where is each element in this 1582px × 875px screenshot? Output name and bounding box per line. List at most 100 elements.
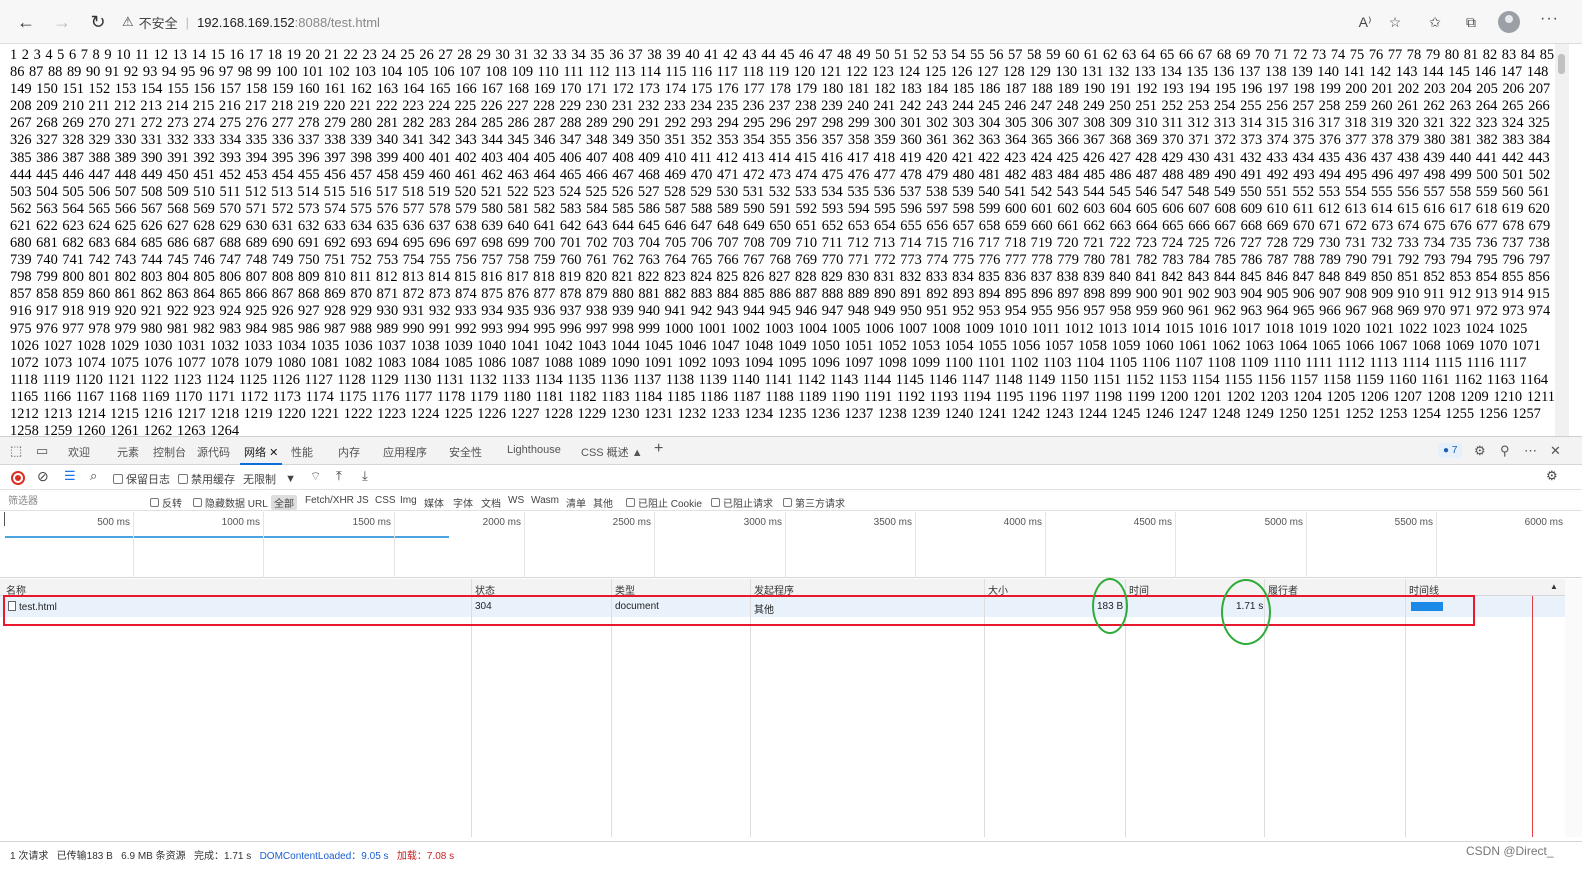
search-icon[interactable]: ⌕ (90, 468, 97, 484)
device-toolbar-icon[interactable]: ▭ (36, 443, 48, 459)
page-scrollbar-thumb[interactable] (1558, 54, 1565, 74)
url-host: 192.168.169.152 (197, 14, 295, 30)
overview-tick-label: 3000 ms (743, 517, 782, 528)
type-filter-img[interactable]: Img (400, 495, 417, 506)
record-button[interactable] (11, 471, 25, 485)
settings-gear-icon[interactable]: ⚙ (1474, 443, 1486, 459)
tab-memory[interactable]: 内存 (338, 444, 360, 462)
type-filter-css[interactable]: CSS (375, 495, 396, 506)
forward-button[interactable]: → (50, 10, 74, 34)
type-filter-font[interactable]: 字体 (453, 495, 473, 510)
type-filter-doc[interactable]: 文档 (481, 495, 501, 510)
more-icon[interactable]: ··· (1540, 10, 1559, 28)
tab-elements[interactable]: 元素 (117, 444, 139, 462)
tab-console[interactable]: 控制台 (153, 444, 186, 462)
clear-icon[interactable]: ⊘ (37, 468, 49, 485)
warning-icon: ⚠ (122, 14, 134, 29)
invert-box[interactable] (150, 498, 159, 507)
overview-gridline (915, 512, 916, 578)
devtools-panel: ⬚ ▭ 欢迎 元素 控制台 源代码 网络 ✕ 性能 内存 应用程序 安全性 Li… (0, 436, 1582, 875)
hide-data-urls-box[interactable] (193, 498, 202, 507)
overview-gridline (1045, 512, 1046, 578)
throttling-select[interactable]: 无限制 ▼ (243, 471, 296, 487)
favorites-icon[interactable]: ✩ (1424, 11, 1446, 33)
disable-cache-box[interactable] (178, 474, 188, 484)
export-har-icon[interactable]: ⤓ (362, 468, 368, 484)
profile-avatar[interactable] (1498, 11, 1520, 33)
type-filter-all[interactable]: 全部 (271, 495, 297, 510)
tab-network-label: 网络 (244, 447, 266, 459)
feedback-icon[interactable]: ⚲ (1500, 443, 1510, 459)
overview-tick-label: 3500 ms (873, 517, 912, 528)
tab-performance[interactable]: 性能 (291, 444, 313, 462)
third-party-box[interactable] (783, 498, 792, 507)
read-aloud-icon[interactable]: A⁾ (1354, 11, 1376, 33)
overview-tick-label: 4000 ms (1003, 517, 1042, 528)
network-settings-gear-icon[interactable]: ⚙ (1546, 468, 1558, 484)
blocked-requests-label: 已阻止请求 (723, 499, 773, 510)
type-filter-ws[interactable]: WS (508, 495, 524, 506)
tab-sources[interactable]: 源代码 (197, 444, 230, 462)
preserve-log-checkbox[interactable]: 保留日志 (113, 471, 170, 487)
tab-css-overview[interactable]: CSS 概述 ▲ (581, 444, 643, 462)
preserve-log-box[interactable] (113, 474, 123, 484)
hide-data-urls-checkbox[interactable]: 隐藏数据 URL (193, 495, 268, 510)
third-party-checkbox[interactable]: 第三方请求 (783, 495, 845, 510)
close-devtools-icon[interactable]: ✕ (1550, 443, 1561, 459)
filter-icon[interactable]: ☰ (64, 468, 76, 484)
overview-tick-label: 1500 ms (352, 517, 391, 528)
overview-gridline (785, 512, 786, 578)
tab-welcome[interactable]: 欢迎 (68, 444, 90, 462)
type-filter-other[interactable]: 其他 (593, 495, 613, 510)
collections-icon[interactable]: ⧉ (1460, 11, 1482, 33)
type-filter-manifest[interactable]: 清单 (566, 495, 586, 510)
overview-gridline (1306, 512, 1307, 578)
issues-count: 7 (1451, 445, 1458, 456)
sort-arrow-icon: ▲ (1550, 582, 1558, 591)
reload-button[interactable]: ↻ (86, 10, 110, 34)
throttling-value: 无限制 (243, 474, 276, 486)
type-filter-js[interactable]: JS (357, 495, 369, 506)
filter-input[interactable]: 筛选器 (4, 494, 139, 509)
page-scrollbar[interactable] (1555, 44, 1569, 436)
tab-css-overview-label: CSS 概述 (581, 447, 629, 459)
type-filter-wasm[interactable]: Wasm (531, 495, 559, 506)
highlight-ellipse-time (1221, 579, 1271, 645)
overview-gridline (1175, 512, 1176, 578)
network-conditions-icon[interactable]: ⌔ (310, 469, 321, 484)
back-button[interactable]: ← (14, 10, 38, 34)
disable-cache-checkbox[interactable]: 禁用缓存 (178, 471, 235, 487)
status-resources: 6.9 MB 条资源 (121, 851, 186, 862)
address-bar[interactable]: ⚠ 不安全 | 192.168.169.152:8088/test.html (122, 7, 1342, 37)
address-separator: | (185, 14, 190, 30)
tab-application[interactable]: 应用程序 (383, 444, 427, 462)
type-filter-fetch-xhr[interactable]: Fetch/XHR (305, 495, 354, 506)
overview-gridline (133, 512, 134, 578)
table-scrollbar[interactable] (1565, 579, 1582, 837)
back-arrow-icon: ← (17, 11, 35, 32)
type-filter-media[interactable]: 媒体 (424, 495, 444, 510)
tab-security[interactable]: 安全性 (449, 444, 482, 462)
more-options-icon[interactable]: ⋯ (1524, 443, 1537, 459)
chevron-down-icon: ▼ (285, 473, 297, 485)
flask-icon: ▲ (631, 447, 643, 459)
import-har-icon[interactable]: ⤒ (336, 468, 342, 484)
blocked-requests-box[interactable] (711, 498, 720, 507)
timeline-overview[interactable]: 500 ms 1000 ms 1500 ms 2000 ms 2500 ms 3000 m… (0, 512, 1582, 578)
tab-lighthouse[interactable]: Lighthouse (507, 444, 561, 462)
favorite-star-icon[interactable]: ☆ (1384, 11, 1406, 33)
add-tab-icon[interactable]: + (654, 440, 663, 458)
tab-network[interactable]: 网络 ✕ (239, 444, 283, 465)
inspect-element-icon[interactable]: ⬚ (10, 443, 22, 459)
blocked-cookies-box[interactable] (626, 498, 635, 507)
invert-checkbox[interactable]: 反转 (150, 495, 182, 510)
close-tab-icon[interactable]: ✕ (269, 447, 278, 459)
overview-tick-label: 5000 ms (1264, 517, 1303, 528)
status-load: 加载：7.08 s (396, 851, 455, 862)
blocked-cookies-checkbox[interactable]: 已阻止 Cookie (626, 495, 702, 510)
overview-tick-label: 4500 ms (1133, 517, 1172, 528)
issues-badge[interactable]: ● 7 (1438, 443, 1463, 458)
overview-gridline (654, 512, 655, 578)
browser-toolbar: ← → ↻ ⚠ 不安全 | 192.168.169.152:8088/test.… (0, 0, 1582, 44)
blocked-requests-checkbox[interactable]: 已阻止请求 (711, 495, 773, 510)
